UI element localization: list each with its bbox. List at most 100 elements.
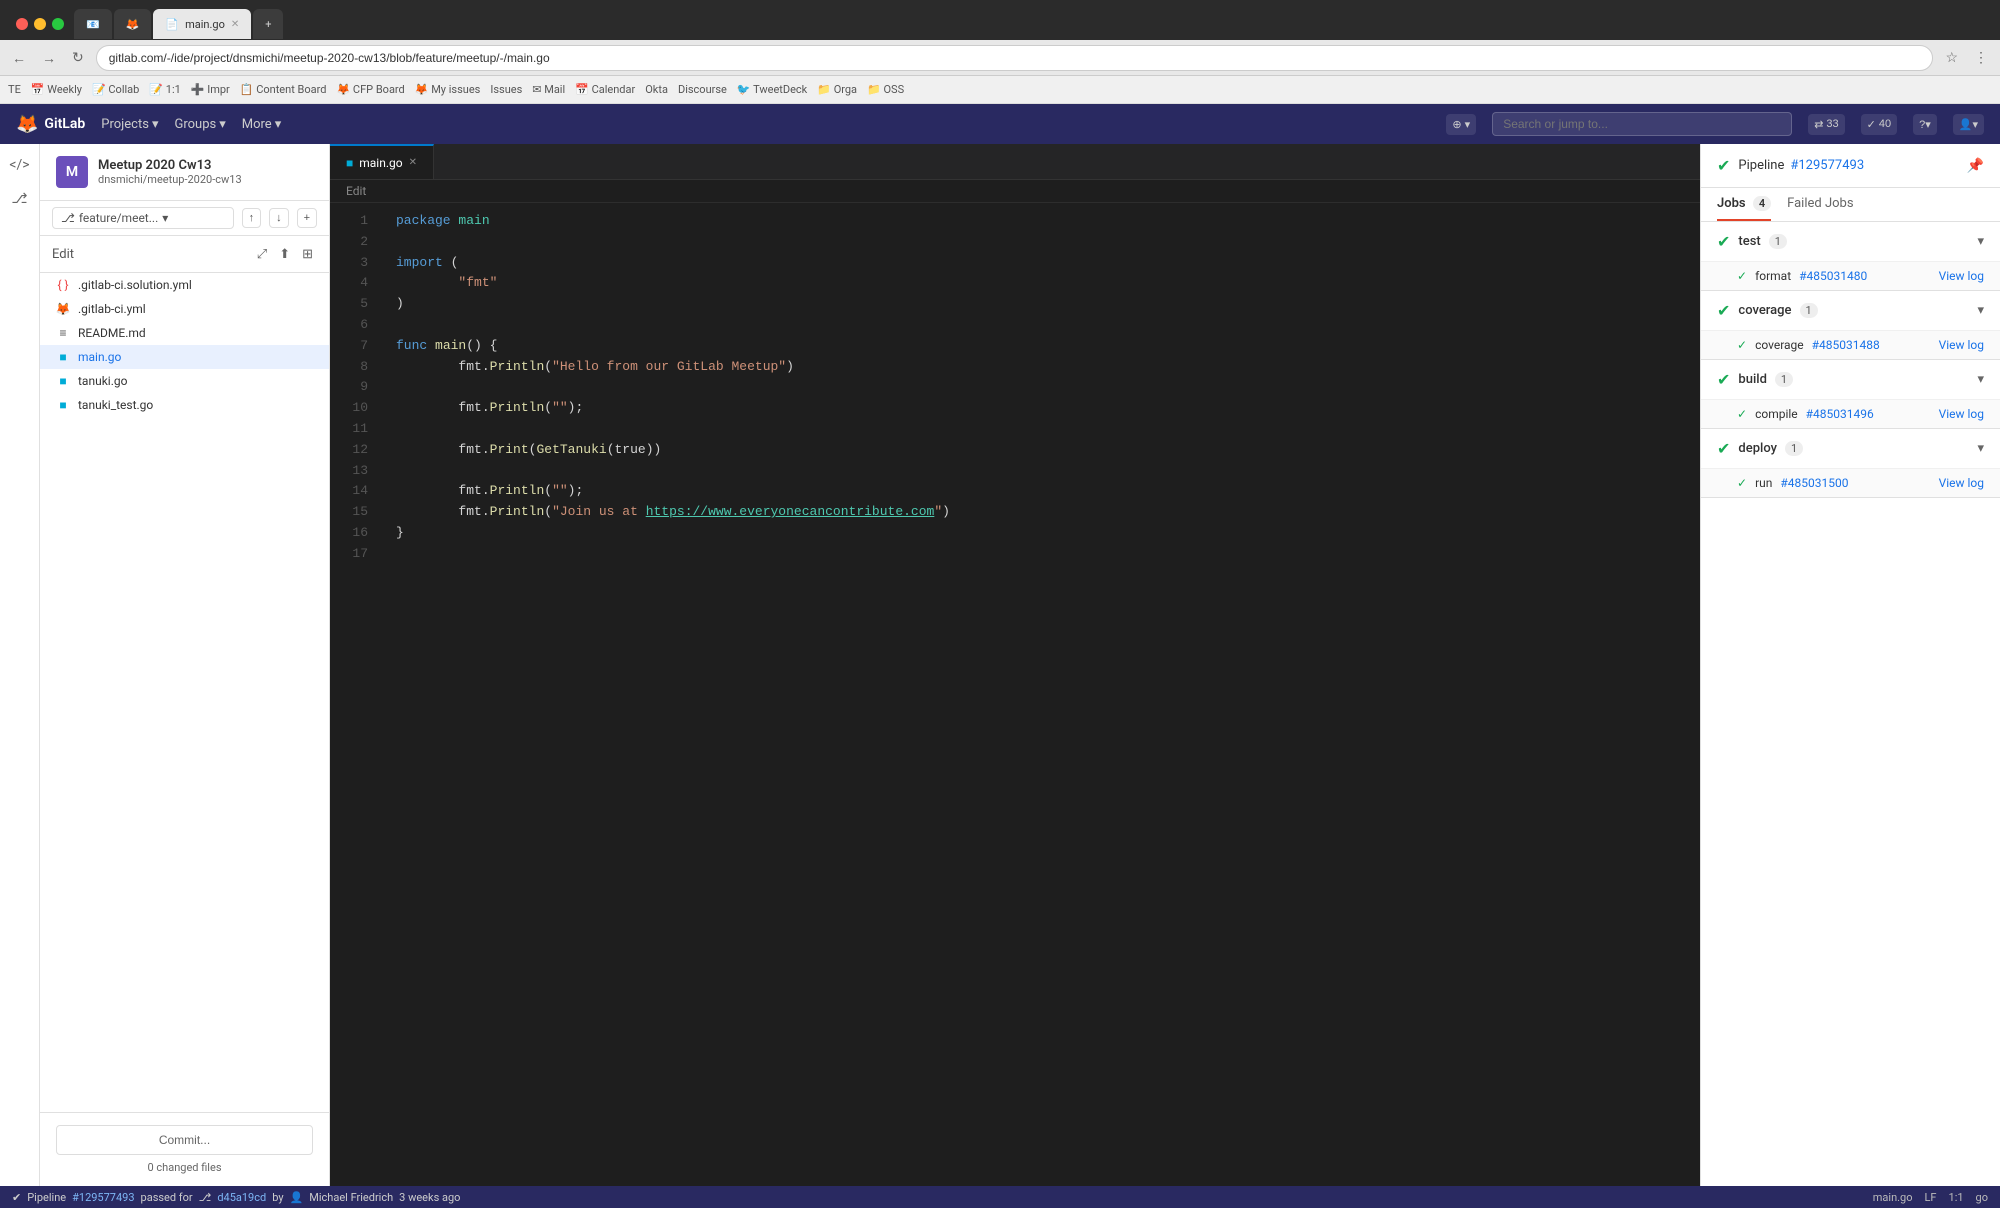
- stage-deploy-header[interactable]: ✔ deploy 1 ▾: [1701, 429, 2000, 468]
- yaml-file-icon: { }: [56, 278, 70, 292]
- file-item-active[interactable]: ■ main.go: [40, 345, 329, 369]
- new-folder-icon[interactable]: ⊞: [298, 244, 317, 264]
- editor-tab-main-go[interactable]: ■ main.go ✕: [330, 144, 434, 179]
- pipeline-tab-failed[interactable]: Failed Jobs: [1787, 188, 1853, 221]
- pipeline-actions: 📌: [1967, 157, 1984, 174]
- bookmark-calendar[interactable]: 📅 Calendar: [575, 83, 635, 96]
- browser-tab[interactable]: 📧: [74, 9, 112, 39]
- view-log-link[interactable]: View log: [1939, 269, 1984, 283]
- job-id-link[interactable]: #485031496: [1806, 407, 1874, 421]
- bookmark-discourse[interactable]: Discourse: [678, 83, 727, 96]
- help-button[interactable]: ?▾: [1913, 114, 1937, 135]
- tab-close-icon[interactable]: ✕: [231, 19, 239, 30]
- bookmark-button[interactable]: ☆: [1941, 47, 1962, 68]
- stage-build-header[interactable]: ✔ build 1 ▾: [1701, 360, 2000, 399]
- plus-button[interactable]: ⊕ ▾: [1446, 114, 1476, 135]
- git-icon[interactable]: ⎇: [6, 186, 32, 212]
- bookmark-collab[interactable]: 📝 Collab: [92, 83, 139, 96]
- pipeline-label: Pipeline: [1738, 158, 1784, 173]
- url-bar[interactable]: [96, 45, 1934, 71]
- stage-test-header[interactable]: ✔ test 1 ▾: [1701, 222, 2000, 261]
- bookmark-gitlab-issues[interactable]: Issues: [490, 83, 522, 96]
- projects-label: Projects: [101, 117, 149, 132]
- bookmark-content[interactable]: 📋 Content Board: [240, 83, 327, 96]
- user-button[interactable]: 👤▾: [1953, 114, 1984, 135]
- groups-label: Groups: [174, 117, 216, 132]
- bookmark-tweetdeck[interactable]: 🐦 TweetDeck: [737, 83, 807, 96]
- browser-tab[interactable]: 🦊: [114, 9, 152, 39]
- maximize-dot[interactable]: [52, 18, 64, 30]
- new-tab-button[interactable]: +: [253, 9, 283, 39]
- main-container: </> ⎇ M Meetup 2020 Cw13 dnsmichi/meetup…: [0, 144, 2000, 1186]
- upload-button[interactable]: ↑: [242, 208, 262, 228]
- job-id-link[interactable]: #485031500: [1780, 476, 1848, 490]
- todo-button[interactable]: ✓ 40: [1861, 114, 1897, 135]
- stage-count: 1: [1800, 303, 1818, 318]
- pipeline-expand-button[interactable]: 📌: [1967, 157, 1984, 174]
- refresh-button[interactable]: ↻: [68, 47, 88, 68]
- file-item[interactable]: ■ tanuki_test.go: [40, 393, 329, 417]
- groups-nav-link[interactable]: Groups ▾: [174, 117, 225, 132]
- minimize-dot[interactable]: [34, 18, 46, 30]
- merge-requests-button[interactable]: ⇄ 33: [1808, 114, 1844, 135]
- global-search-input[interactable]: [1492, 112, 1792, 136]
- browser-tab-active[interactable]: 📄 main.go ✕: [153, 9, 251, 39]
- status-commit-link[interactable]: d45a19cd: [217, 1191, 266, 1204]
- job-id-link[interactable]: #485031480: [1799, 269, 1867, 283]
- job-status-icon: ✓: [1737, 407, 1747, 421]
- download-button[interactable]: ↓: [269, 208, 289, 228]
- code-editor[interactable]: 12345 678910 1112131415 1617 package mai…: [330, 203, 1700, 1186]
- view-log-link[interactable]: View log: [1939, 476, 1984, 490]
- projects-nav-link[interactable]: Projects ▾: [101, 117, 158, 132]
- bookmark-okta[interactable]: Okta: [645, 83, 668, 96]
- file-item[interactable]: { } .gitlab-ci.solution.yml: [40, 273, 329, 297]
- file-item[interactable]: 🦊 .gitlab-ci.yml: [40, 297, 329, 321]
- status-language: go: [1976, 1191, 1988, 1204]
- bookmark-mail[interactable]: ✉ Mail: [532, 83, 565, 96]
- more-nav-link[interactable]: More ▾: [242, 117, 281, 132]
- bookmark-orga[interactable]: 📁 Orga: [817, 83, 857, 96]
- pipeline-id-link[interactable]: #129577493: [1790, 158, 1864, 173]
- file-item[interactable]: ■ tanuki.go: [40, 369, 329, 393]
- vertical-icon-bar: </> ⎇: [0, 144, 40, 1186]
- status-author: Michael Friedrich: [309, 1191, 393, 1204]
- bookmark-issues[interactable]: 🦊 My issues: [415, 83, 481, 96]
- forward-button[interactable]: →: [38, 48, 60, 68]
- menu-button[interactable]: ⋮: [1970, 47, 1992, 68]
- close-dot[interactable]: [16, 18, 28, 30]
- view-log-link[interactable]: View log: [1939, 407, 1984, 421]
- pipeline-tab-jobs[interactable]: Jobs 4: [1717, 188, 1771, 221]
- job-name: coverage: [1755, 338, 1804, 352]
- bookmark-weekly[interactable]: 📅 Weekly: [31, 83, 82, 96]
- stage-count: 1: [1769, 234, 1787, 249]
- branch-selector[interactable]: ⎇ feature/meet... ▾: [52, 207, 234, 229]
- expand-icon[interactable]: ⤢: [253, 244, 271, 264]
- sidebar-bottom: Commit... 0 changed files: [40, 1112, 329, 1186]
- tab-icon: 🦊: [126, 18, 140, 31]
- md-file-icon: ≡: [56, 326, 70, 340]
- file-name: main.go: [78, 350, 121, 364]
- new-file-button[interactable]: +: [297, 208, 317, 228]
- commit-button[interactable]: Commit...: [56, 1125, 313, 1155]
- tab-close-button[interactable]: ✕: [409, 157, 417, 168]
- gitlab-logo[interactable]: 🦊 GitLab: [16, 114, 85, 135]
- project-info: Meetup 2020 Cw13 dnsmichi/meetup-2020-cw…: [98, 158, 313, 186]
- view-log-link[interactable]: View log: [1939, 338, 1984, 352]
- pipeline-success-icon: ✔: [1717, 156, 1730, 175]
- code-icon[interactable]: </>: [4, 152, 34, 178]
- upload-file-icon[interactable]: ⬆: [275, 244, 294, 264]
- back-button[interactable]: ←: [8, 48, 30, 68]
- bookmark-11[interactable]: 📝 1:1: [149, 83, 180, 96]
- bookmark-cfp[interactable]: 🦊 CFP Board: [336, 83, 404, 96]
- job-id-link[interactable]: #485031488: [1812, 338, 1880, 352]
- stage-coverage-header[interactable]: ✔ coverage 1 ▾: [1701, 291, 2000, 330]
- pipeline-tabs: Jobs 4 Failed Jobs: [1701, 188, 2000, 222]
- file-item[interactable]: ≡ README.md: [40, 321, 329, 345]
- bookmark-te[interactable]: TE: [8, 83, 21, 96]
- bookmark-impr[interactable]: ➕ Impr: [191, 83, 230, 96]
- bookmark-oss[interactable]: 📁 OSS: [867, 83, 904, 96]
- status-time: 3 weeks ago: [399, 1191, 460, 1204]
- status-pipeline-link[interactable]: #129577493: [72, 1191, 134, 1204]
- code-content[interactable]: package main import ( "fmt" ) func main(…: [380, 203, 1700, 1186]
- tab-filename: main.go: [359, 156, 402, 170]
